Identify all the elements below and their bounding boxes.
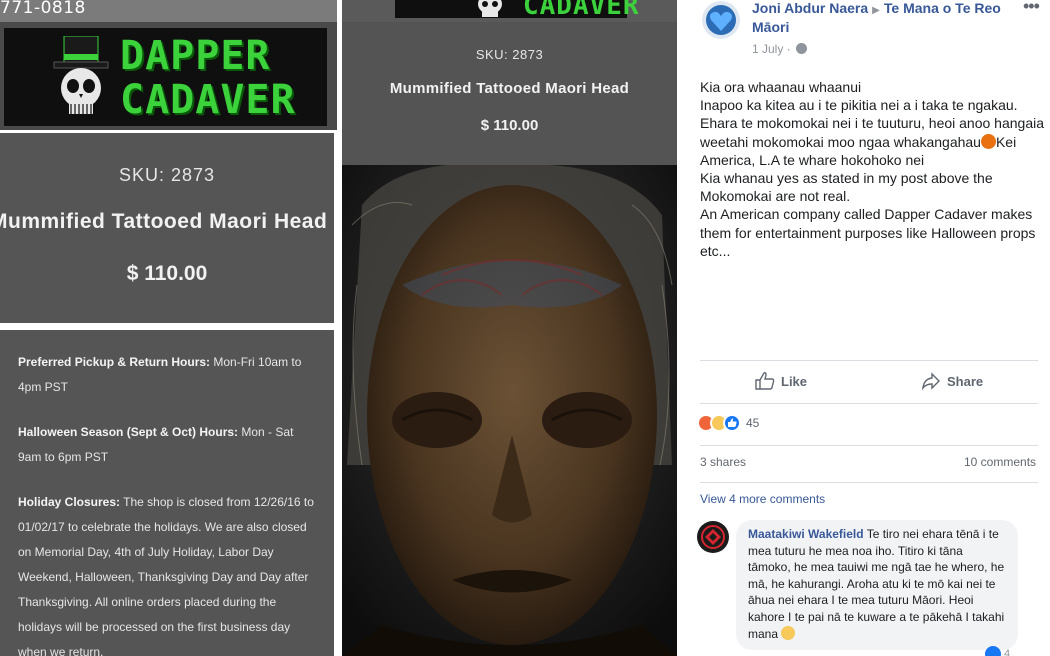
post-date-link[interactable]: 1 July · [752, 42, 791, 56]
shares-link[interactable]: 3 shares [700, 455, 746, 469]
post-meta: 1 July · [752, 42, 808, 56]
comment-like-badge[interactable]: 4 [985, 646, 1010, 656]
author-avatar[interactable] [700, 0, 742, 40]
product-sku: SKU: 2873 [475, 47, 544, 62]
logo-wordmark: DAPPER CADAVER [120, 34, 296, 122]
post-line: Inapoo ka kitea au i te pikitia nei a i … [700, 97, 1018, 114]
dapper-cadaver-logo[interactable]: DAPPER CADAVER [4, 28, 327, 126]
logo-wordmark-small: CADAVER [523, 0, 640, 21]
product-price: $ 110.00 [126, 262, 208, 285]
pickup-hours-label: Preferred Pickup & Return Hours: [18, 355, 211, 369]
view-more-comments-link[interactable]: View 4 more comments [700, 492, 825, 506]
post-line: Kia whanau yes as stated in my post abov… [700, 170, 997, 205]
divider [700, 482, 1038, 483]
product-title: Mummified Tattooed Maori Head [0, 210, 328, 233]
product-title: Mummified Tattooed Maori Head [389, 80, 630, 97]
store-header: DAPPER CADAVER [0, 22, 337, 130]
angry-face-emoji-icon [980, 133, 996, 149]
phone-number-strip: 771-0818 [0, 0, 337, 22]
store-screenshot-left: 771-0818 DAPPER CADAVER SKU: 2873 Mummif… [0, 0, 337, 656]
comment-bubble: Maatakiwi Wakefield Te tiro nei ehara tē… [736, 520, 1018, 650]
pickup-hours: Preferred Pickup & Return Hours: Mon-Fri… [18, 350, 316, 400]
product-price: $ 110.00 [480, 117, 539, 134]
store-header-strip: CADAVER [342, 0, 677, 22]
halloween-hours-label: Halloween Season (Sept & Oct) Hours: [18, 425, 239, 439]
like-label: Like [781, 373, 808, 389]
logo-line-1: DAPPER [120, 33, 271, 79]
product-sku: SKU: 2873 [118, 165, 216, 185]
divider [700, 403, 1038, 404]
halloween-hours: Halloween Season (Sept & Oct) Hours: Mon… [18, 420, 316, 470]
facebook-post: Joni Abdur Naera ▶ Te Mana o Te Reo Māori … [683, 0, 1050, 656]
comments-count-link[interactable]: 10 comments [964, 455, 1036, 469]
like-reaction-icon [985, 646, 1001, 656]
reaction-count: 45 [746, 416, 760, 430]
post-line-with-emoji: Ehara te mokomokai nei i te tuuturu, heo… [700, 114, 1045, 169]
comment-text: Te tiro nei ehara tēnā i te mea tuturu h… [748, 527, 1005, 641]
store-screenshot-middle: CADAVER SKU: 2873 Mummified Tattooed Mao… [342, 0, 677, 656]
thumbs-up-icon [755, 372, 775, 390]
post-line: Kia ora whaanau whaanui [700, 79, 862, 95]
share-arrow-icon [922, 372, 940, 390]
like-button[interactable]: Like [755, 372, 807, 390]
post-body: Kia ora whaanau whaanui Inapoo ka kitea … [700, 78, 1045, 260]
phone-number-text: 771-0818 [0, 0, 86, 18]
commenter-name-link[interactable]: Maatakiwi Wakefield [748, 527, 864, 541]
divider [700, 445, 1038, 446]
comment-like-count: 4 [1004, 648, 1011, 656]
post-header: Joni Abdur Naera ▶ Te Mana o Te Reo Māori [752, 0, 1001, 35]
ellipsis-icon[interactable]: ••• [1023, 0, 1040, 17]
logo-line-2: CADAVER [120, 77, 296, 123]
commenter-avatar[interactable] [697, 521, 729, 553]
holiday-closures: Holiday Closures: The shop is closed fro… [18, 490, 316, 656]
holiday-closures-label: Holiday Closures: [18, 495, 121, 509]
triangle-right-icon: ▶ [872, 5, 880, 16]
dapper-cadaver-logo-small[interactable]: CADAVER [395, 0, 639, 21]
globe-icon [796, 43, 808, 54]
share-button[interactable]: Share [921, 372, 983, 390]
holiday-closures-text: The shop is closed from 12/26/16 to 01/0… [18, 495, 314, 656]
top-hat-skull-icon [53, 36, 109, 114]
divider [700, 360, 1038, 361]
skull-icon [478, 0, 502, 17]
group-name-link[interactable]: Te Mana o Te Reo [884, 0, 1001, 16]
share-label: Share [947, 373, 984, 389]
like-reaction-icon [723, 414, 741, 432]
sad-face-emoji-icon [781, 625, 796, 640]
author-name-link[interactable]: Joni Abdur Naera [752, 0, 868, 16]
group-name-link-line2[interactable]: Māori [752, 19, 1001, 35]
reaction-summary[interactable]: 45 [697, 414, 759, 432]
mummified-head-photo [342, 165, 677, 656]
store-hours-box: Preferred Pickup & Return Hours: Mon-Fri… [0, 330, 334, 656]
post-line: An American company called Dapper Cadave… [700, 206, 1040, 259]
